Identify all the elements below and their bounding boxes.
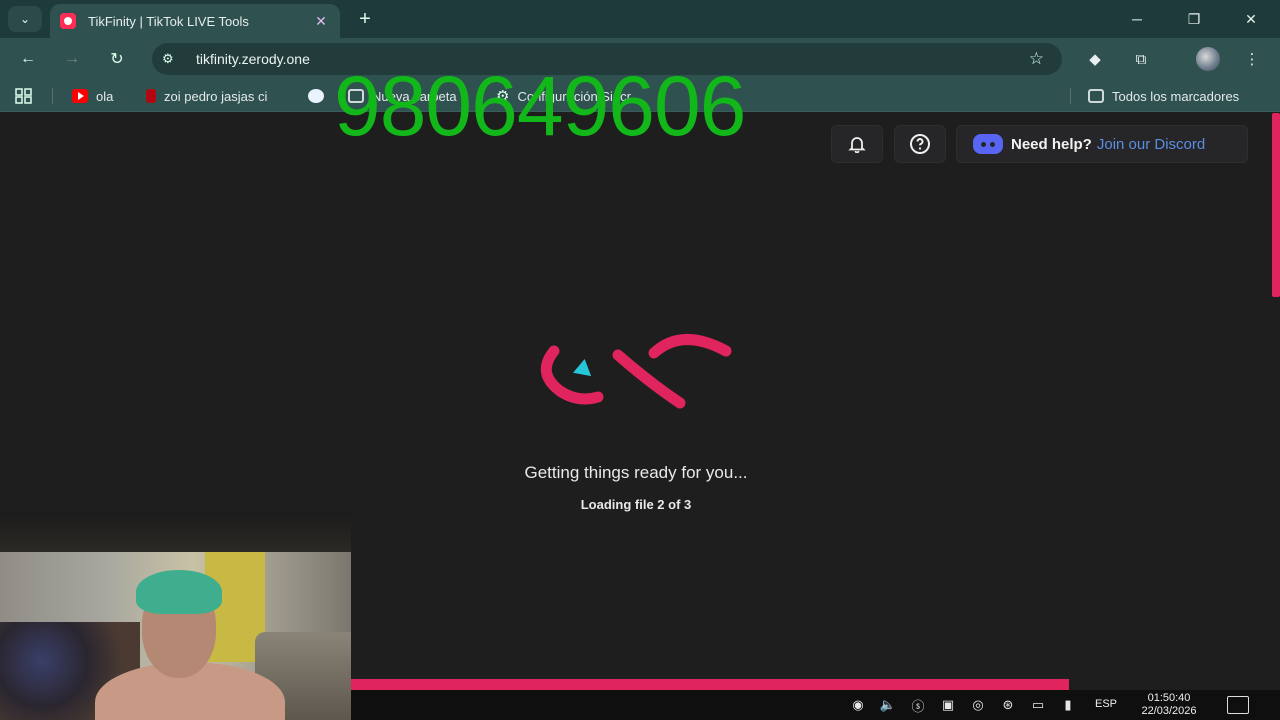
nvidia-icon[interactable]: ▣: [937, 696, 959, 714]
volume-icon[interactable]: 🔈: [877, 696, 899, 714]
bookmarks-divider: [52, 88, 53, 104]
maximize-button[interactable]: ❐: [1165, 0, 1223, 38]
chevron-down-icon: ⌄: [19, 12, 31, 26]
reload-button[interactable]: ↻: [103, 45, 131, 73]
tab-title: TikFinity | TikTok LIVE Tools: [88, 13, 249, 29]
discord-help-button[interactable]: Need help? Join our Discord: [956, 125, 1248, 163]
tikfinity-loading-logo: [540, 334, 732, 409]
profile-avatar[interactable]: [1196, 47, 1220, 71]
minimize-button[interactable]: ─: [1108, 0, 1166, 38]
network-icon[interactable]: ▭: [1027, 696, 1049, 714]
all-bookmarks-folder[interactable]: Todos los marcadores: [1088, 87, 1239, 105]
youtube-icon: [72, 89, 88, 103]
all-bookmarks-label: Todos los marcadores: [1112, 88, 1240, 104]
clock-date: 22/03/2026: [1141, 705, 1197, 717]
menu-kebab-icon[interactable]: ⋮: [1240, 47, 1264, 71]
question-circle-icon: [910, 134, 930, 154]
address-url[interactable]: tikfinity.zerody.one: [196, 51, 310, 67]
bell-icon: [848, 137, 866, 153]
clock-time: 01:50:40: [1147, 692, 1191, 704]
screen: ⌄ TikFinity | TikTok LIVE Tools ✕ + ─ ❐ …: [0, 0, 1280, 720]
bookmarks-divider: [1070, 88, 1071, 104]
bookmark-label: ola: [96, 88, 114, 104]
webcam-ceiling: [0, 512, 351, 554]
discord-tray-icon[interactable]: ◉: [847, 696, 869, 714]
loading-file-text: Loading file 2 of 3: [580, 497, 692, 512]
notifications-button[interactable]: [831, 125, 883, 163]
bookmark-star-icon[interactable]: ☆: [1029, 49, 1044, 69]
arrow-right-icon: →: [64, 50, 80, 67]
steam-icon[interactable]: ⊛: [997, 696, 1019, 714]
tiktok-favicon-icon: [60, 13, 76, 29]
microphone-icon[interactable]: ▮: [1057, 696, 1079, 714]
help-label: Need help?: [1011, 135, 1092, 153]
discord-icon: [973, 134, 1003, 154]
apps-grid-icon[interactable]: [14, 87, 34, 105]
bookmark-ola[interactable]: ola: [72, 87, 113, 105]
back-button[interactable]: ←: [14, 45, 42, 73]
tab-tikfinity[interactable]: TikFinity | TikTok LIVE Tools ✕: [50, 4, 340, 38]
discord-link[interactable]: Join our Discord: [1097, 136, 1205, 153]
windows-taskbar: ◉ 🔈 ⓢ ▣ ◎ ⊛ ▭ ▮ ESP 01:50:40 22/03/2026: [351, 690, 1280, 720]
close-tab-icon[interactable]: ✕: [312, 13, 330, 30]
scrollbar-thumb[interactable]: [1272, 113, 1280, 297]
whatsapp-icon: [308, 89, 324, 103]
close-window-button[interactable]: ✕: [1222, 0, 1280, 38]
arrow-left-icon: ←: [20, 50, 36, 67]
site-settings-icon[interactable]: ⚙: [162, 51, 180, 67]
extensions-puzzle-icon[interactable]: ⧉: [1129, 47, 1153, 71]
help-faq-button[interactable]: [894, 125, 946, 163]
extension-dice-icon[interactable]: ◆: [1083, 47, 1107, 71]
bookmark-zoi[interactable]: zoi pedro jasjas ci: [146, 87, 267, 105]
netflix-icon: [146, 89, 156, 103]
notification-center-icon[interactable]: [1227, 696, 1249, 714]
folder-icon: [1088, 89, 1104, 103]
loading-status-text: Getting things ready for you...: [524, 463, 748, 482]
obs-icon[interactable]: ◎: [967, 696, 989, 714]
input-language[interactable]: ESP: [1095, 698, 1117, 710]
webcam-person-hair: [136, 570, 222, 614]
webcam-overlay: [0, 512, 351, 720]
taskbar-clock[interactable]: 01:50:40 22/03/2026: [1129, 692, 1209, 718]
bookmark-label: zoi pedro jasjas ci: [164, 88, 268, 104]
bookmark-whatsapp[interactable]: [308, 87, 332, 105]
browser-tab-strip: ⌄ TikFinity | TikTok LIVE Tools ✕ + ─ ❐ …: [0, 0, 1280, 38]
reload-icon: ↻: [110, 51, 124, 68]
tab-search-button[interactable]: ⌄: [8, 6, 42, 32]
forward-button[interactable]: →: [58, 45, 86, 73]
new-tab-button[interactable]: +: [352, 6, 378, 32]
skype-icon[interactable]: ⓢ: [907, 696, 929, 714]
overlay-phone-number: 980649606: [334, 59, 746, 153]
